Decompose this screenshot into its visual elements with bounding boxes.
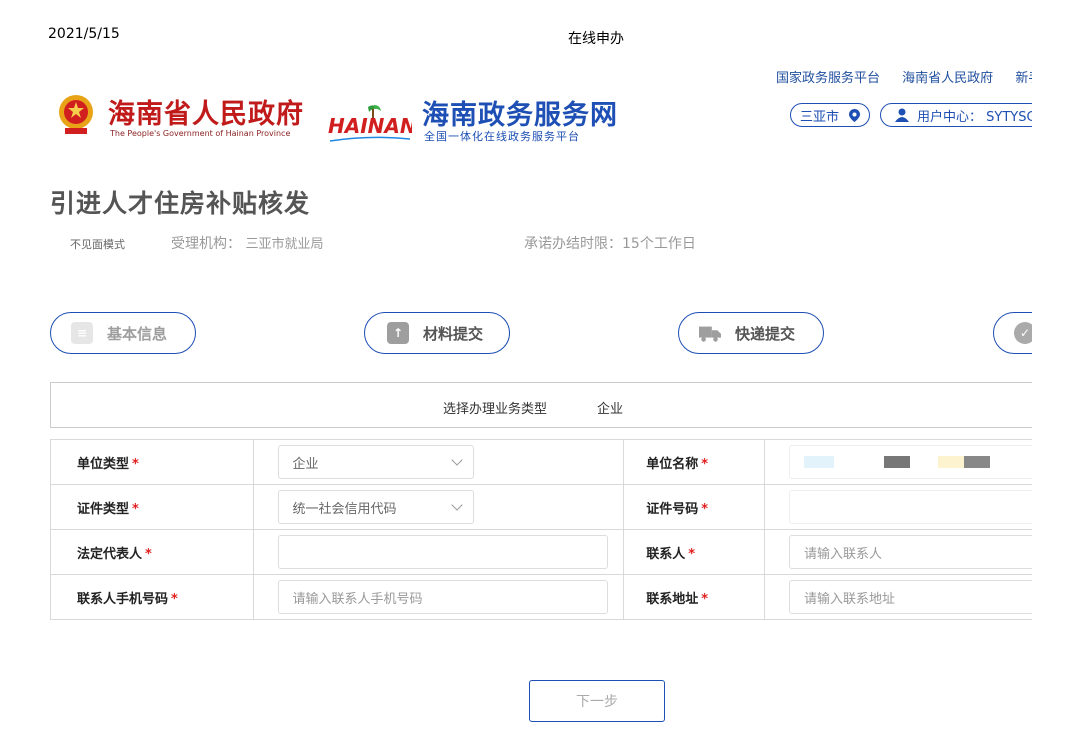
contact-address-input[interactable]: 请输入联系地址 [788, 580, 1049, 614]
contact-input[interactable]: 请输入联系人 [788, 535, 1049, 569]
org-value: 三亚市就业局 [245, 237, 324, 252]
cert-type-value: 统一社会信用代码 [292, 501, 397, 517]
contact-label: 联系人 * [623, 529, 765, 575]
cert-type-select[interactable]: 统一社会信用代码 [277, 490, 474, 524]
svg-text:HAINAN: HAINAN [328, 114, 412, 138]
document-icon: ≡ [71, 322, 93, 344]
unit-type-select[interactable]: 企业 [277, 445, 474, 479]
service-mode: 不见面模式 [70, 238, 125, 251]
redacted-block [963, 456, 990, 468]
business-type-value[interactable]: 企业 [597, 398, 623, 417]
next-step-button[interactable]: 下一步 [529, 680, 665, 722]
user-center-button[interactable]: 用户中心： SYTYSC [880, 103, 1050, 127]
cert-type-label: 证件类型 * [50, 484, 254, 530]
chevron-down-icon [450, 499, 463, 511]
portal-title[interactable]: 海南政务服务网 [422, 93, 618, 132]
business-type-label: 选择办理业务类型 [443, 402, 548, 417]
service-org: 受理机构： 三亚市就业局 [171, 233, 323, 253]
print-date: 2021/5/15 [48, 26, 120, 42]
national-emblem-icon [59, 95, 93, 134]
chevron-down-icon [450, 454, 463, 466]
org-label: 受理机构： [171, 236, 241, 252]
user-icon [895, 108, 909, 122]
table-row: 法定代表人 * 联系人 * 请输入联系人 [50, 529, 1051, 575]
step-materials[interactable]: ↑ 材料提交 [364, 312, 510, 354]
city-selector-button[interactable]: 三亚市 [790, 103, 870, 127]
contact-phone-input[interactable]: 请输入联系人手机号码 [277, 580, 608, 614]
service-time-limit: 承诺办结时限：15个工作日 [524, 236, 696, 252]
step-basic-info[interactable]: ≡ 基本信息 [50, 312, 196, 354]
table-row: 证件类型 * 统一社会信用代码 证件号码 * [50, 484, 1051, 530]
top-links: 国家政务服务平台 海南省人民政府 新手 [776, 67, 1032, 86]
page-clip-edge [1032, 0, 1080, 742]
city-label: 三亚市 [799, 109, 839, 125]
basic-info-form: 单位类型* 企业 单位名称* 证件类型* 统一社会信用代码 证件号码* [50, 439, 1051, 620]
step-label: 基本信息 [107, 324, 168, 343]
contact-phone-label: 联系人手机号码 * [50, 574, 254, 620]
print-title: 在线申办 [568, 31, 624, 47]
step-label: 材料提交 [423, 324, 484, 343]
unit-name-label: 单位名称 * [623, 439, 765, 485]
contact-address-label: 联系地址 * [623, 574, 765, 620]
redacted-block [803, 456, 834, 468]
table-row: 联系人手机号码 * 请输入联系人手机号码 联系地址 * 请输入联系地址 [50, 574, 1051, 620]
location-pin-icon [849, 108, 860, 122]
hainan-logo-icon: HAINAN [328, 105, 412, 142]
step-express[interactable]: 快递提交 [678, 312, 824, 354]
link-beginner[interactable]: 新手 [1015, 71, 1032, 86]
legal-rep-input[interactable] [277, 535, 608, 569]
redacted-block [883, 456, 910, 468]
upload-icon: ↑ [387, 322, 409, 344]
unit-type-label: 单位类型 * [50, 439, 254, 485]
contact-phone-placeholder: 请输入联系人手机号码 [292, 591, 423, 607]
unit-name-input[interactable] [788, 445, 1049, 479]
legal-rep-label: 法定代表人 * [50, 529, 254, 575]
unit-type-value: 企业 [292, 456, 319, 472]
link-national-platform[interactable]: 国家政务服务平台 [776, 71, 880, 86]
cert-number-label: 证件号码 * [623, 484, 765, 530]
gov-title-cn[interactable]: 海南省人民政府 [108, 92, 304, 131]
contact-placeholder: 请输入联系人 [803, 546, 882, 562]
cert-number-input[interactable] [788, 490, 1049, 524]
link-hainan-gov[interactable]: 海南省人民政府 [902, 71, 993, 86]
table-row: 单位类型 * 企业 单位名称 * [50, 439, 1051, 485]
redacted-block [937, 456, 964, 468]
truck-icon [699, 326, 721, 342]
contact-address-placeholder: 请输入联系地址 [803, 591, 895, 607]
step-label: 快递提交 [735, 324, 796, 343]
portal-subtitle: 全国一体化在线政务服务平台 [424, 130, 580, 143]
service-title: 引进人才住房补贴核发 [50, 189, 311, 218]
gov-title-en: The People's Government of Hainan Provin… [110, 129, 291, 138]
business-type-row: 选择办理业务类型 企业 [50, 382, 1040, 428]
user-center-label: 用户中心： SYTYSC [917, 109, 1036, 125]
